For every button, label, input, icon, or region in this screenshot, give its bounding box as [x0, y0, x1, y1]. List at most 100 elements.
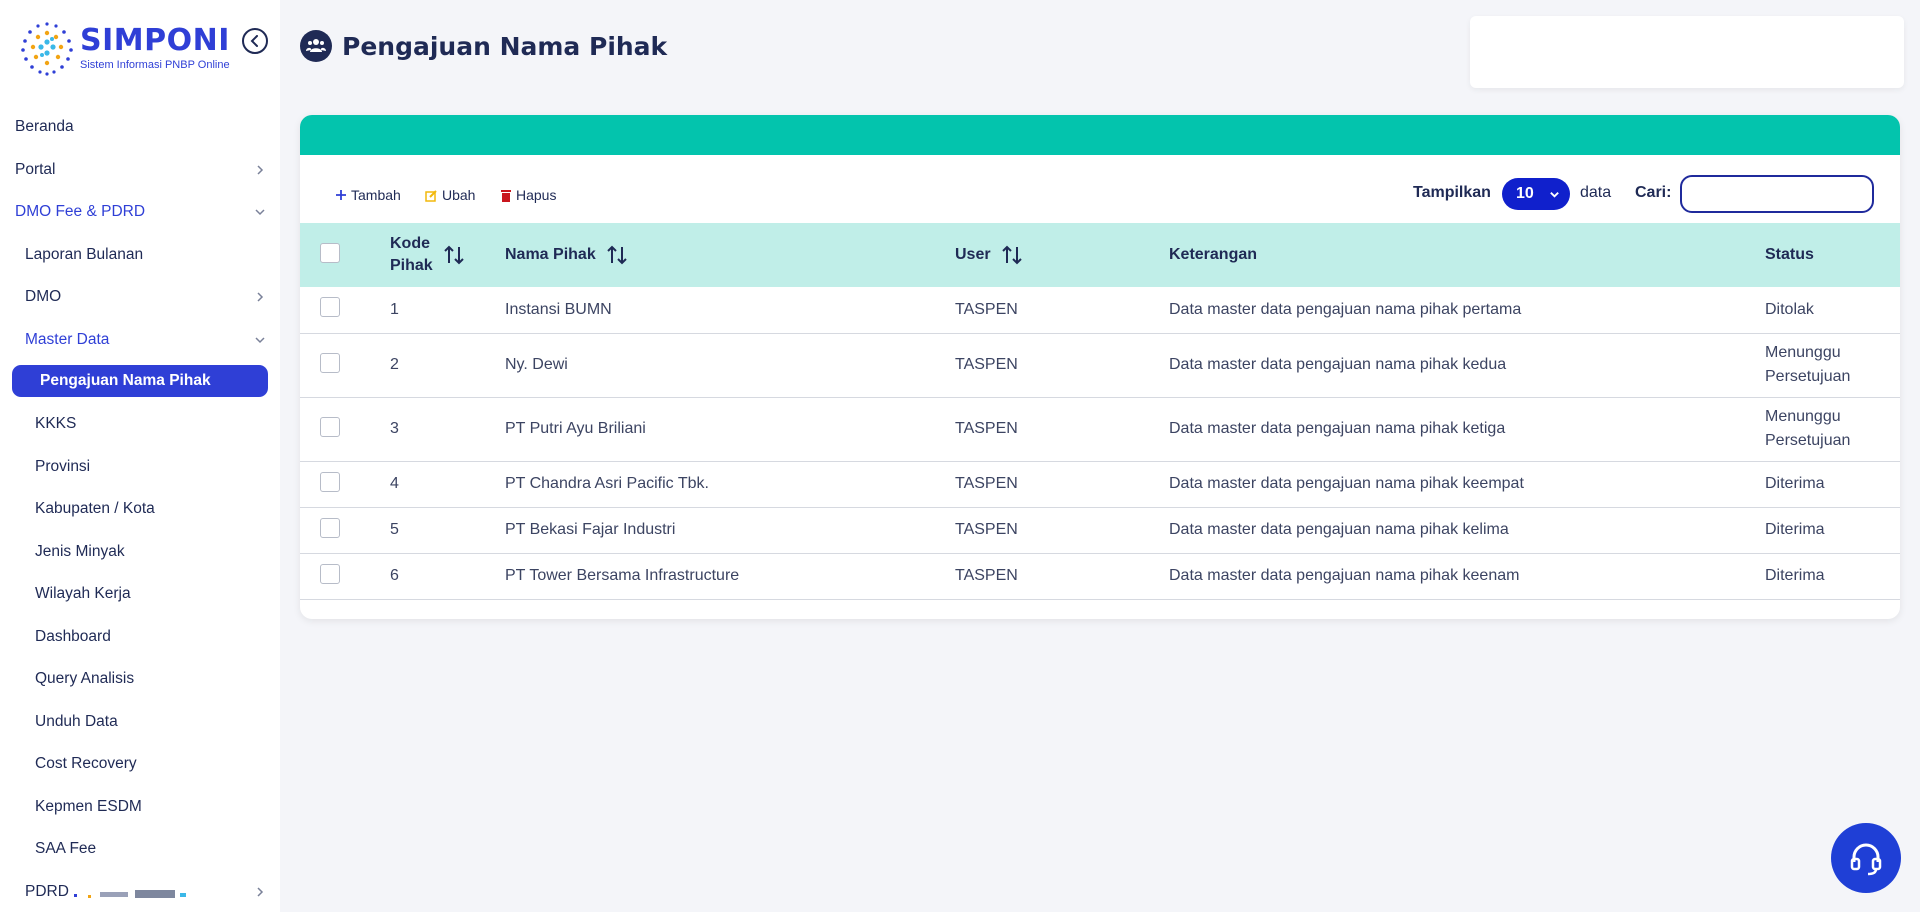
sidebar-item-query-analisis[interactable]: Query Analisis	[0, 658, 280, 701]
chevron-right-icon	[257, 887, 264, 897]
sidebar-item-provinsi[interactable]: Provinsi	[0, 446, 280, 489]
cell-status: Diterima	[1765, 461, 1900, 508]
row-checkbox[interactable]	[320, 471, 340, 492]
add-button[interactable]: Tambah	[335, 187, 401, 203]
sidebar-collapse-button[interactable]	[242, 28, 268, 54]
row-checkbox[interactable]	[320, 517, 340, 538]
column-header-keterangan: Keterangan	[1169, 246, 1258, 263]
status-line1: Diterima	[1765, 475, 1825, 492]
cell-kode: 6	[390, 553, 505, 600]
logo[interactable]: SIMPONI Sistem Informasi PNBP Online	[18, 18, 248, 78]
page-title: Pengajuan Nama Pihak	[342, 31, 668, 61]
cell-status: Menunggu Persetujuan	[1765, 397, 1900, 462]
table-row[interactable]: 5 PT Bekasi Fajar Industri TASPEN Data m…	[300, 507, 1900, 554]
edit-icon	[425, 189, 437, 202]
chevron-down-icon	[1550, 192, 1559, 198]
cell-user: TASPEN	[955, 461, 1169, 508]
sort-icon	[443, 245, 464, 265]
edit-button-label: Ubah	[442, 187, 476, 203]
logo-dots-icon	[21, 22, 73, 76]
chevron-right-icon	[257, 292, 264, 302]
status-line1: Ditolak	[1765, 300, 1814, 318]
column-header-nama[interactable]: Nama Pihak	[505, 223, 955, 287]
search-input[interactable]	[1680, 175, 1874, 213]
logo-subtitle: Sistem Informasi PNBP Online	[80, 59, 230, 71]
top-right-panel	[1470, 16, 1904, 88]
sidebar-item-jenis-minyak[interactable]: Jenis Minyak	[0, 531, 280, 574]
cell-keterangan: Data master data pengajuan nama pihak ke…	[1169, 397, 1765, 462]
table-row[interactable]: 1 Instansi BUMN TASPEN Data master data …	[300, 287, 1900, 334]
sidebar-item-unduh-data[interactable]: Unduh Data	[0, 701, 280, 744]
cell-keterangan: Data master data pengajuan nama pihak ke…	[1169, 507, 1765, 554]
cell-nama: PT Bekasi Fajar Industri	[505, 507, 955, 554]
row-checkbox[interactable]	[320, 297, 340, 318]
status-line2: Persetujuan	[1765, 368, 1851, 385]
table-toolbar: Tambah Ubah Hapus Tampilkan 10 data Cari…	[300, 175, 1900, 215]
sidebar-item-label: Jenis Minyak	[35, 542, 125, 560]
sidebar-item-label: Beranda	[15, 118, 74, 136]
column-header-user[interactable]: User	[955, 223, 1169, 287]
sidebar-item-label: Query Analisis	[35, 670, 135, 688]
cell-kode: 4	[390, 461, 505, 508]
column-header-kode[interactable]: Kode Pihak	[390, 223, 505, 287]
sidebar-item-label: Cost Recovery	[35, 755, 137, 773]
edit-button[interactable]: Ubah	[425, 187, 475, 203]
plus-icon	[336, 190, 346, 200]
sidebar-item-wilayah-kerja[interactable]: Wilayah Kerja	[0, 573, 280, 616]
sidebar-item-label: Wilayah Kerja	[35, 585, 131, 603]
sidebar-item-kkks[interactable]: KKKS	[0, 403, 280, 446]
sidebar-item-label: Master Data	[25, 330, 110, 348]
status-line2: Persetujuan	[1765, 432, 1851, 449]
data-table-card: Tambah Ubah Hapus Tampilkan 10 data Cari…	[300, 115, 1900, 619]
sidebar-item-beranda[interactable]: Beranda	[0, 106, 280, 149]
sidebar-item-dmo[interactable]: DMO	[0, 276, 280, 319]
select-all-checkbox[interactable]	[320, 242, 340, 263]
sidebar-item-master-data[interactable]: Master Data	[0, 319, 280, 362]
cell-user: TASPEN	[955, 507, 1169, 554]
sidebar-item-laporan-bulanan[interactable]: Laporan Bulanan	[0, 234, 280, 277]
sidebar-item-kabupaten-kota[interactable]: Kabupaten / Kota	[0, 488, 280, 531]
sidebar-item-saa-fee[interactable]: SAA Fee	[0, 828, 280, 871]
cell-nama: PT Tower Bersama Infrastructure	[505, 553, 955, 600]
row-checkbox[interactable]	[320, 416, 340, 437]
sidebar-item-dmo-fee-pdrd[interactable]: DMO Fee & PDRD	[0, 191, 280, 234]
column-header-nama-label: Nama Pihak	[505, 246, 596, 263]
sidebar-item-portal[interactable]: Portal	[0, 149, 280, 192]
page-size-value: 10	[1516, 185, 1534, 202]
sidebar-item-label: Unduh Data	[35, 712, 118, 730]
help-chat-button[interactable]	[1831, 823, 1901, 893]
status-line1: Diterima	[1765, 567, 1825, 584]
headset-icon	[1850, 843, 1882, 876]
page-size-select[interactable]: 10	[1502, 178, 1570, 210]
cell-status: Diterima	[1765, 507, 1900, 554]
chevron-down-icon	[255, 209, 265, 216]
row-checkbox[interactable]	[320, 352, 340, 373]
add-button-label: Tambah	[351, 187, 401, 203]
cell-keterangan: Data master data pengajuan nama pihak ke…	[1169, 461, 1765, 508]
sidebar-item-label: Provinsi	[35, 457, 91, 475]
sidebar-item-label: Portal	[15, 160, 56, 178]
row-checkbox[interactable]	[320, 563, 340, 584]
data-table: Kode Pihak Nama Pihak User Keterangan St…	[300, 223, 1900, 600]
page-size-label: Tampilkan	[1413, 184, 1491, 201]
card-header-band	[300, 115, 1900, 155]
sidebar-item-kepmen-esdm[interactable]: Kepmen ESDM	[0, 786, 280, 829]
table-row[interactable]: 2 Ny. Dewi TASPEN Data master data penga…	[300, 333, 1900, 398]
table-row[interactable]: 4 PT Chandra Asri Pacific Tbk. TASPEN Da…	[300, 461, 1900, 508]
delete-button[interactable]: Hapus	[500, 187, 556, 203]
chevron-down-icon	[255, 337, 265, 343]
cell-kode: 5	[390, 507, 505, 554]
table-row[interactable]: 6 PT Tower Bersama Infrastructure TASPEN…	[300, 553, 1900, 600]
table-header-row: Kode Pihak Nama Pihak User Keterangan St…	[300, 223, 1900, 287]
table-row[interactable]: 3 PT Putri Ayu Briliani TASPEN Data mast…	[300, 397, 1900, 462]
sidebar-item-dashboard[interactable]: Dashboard	[0, 616, 280, 659]
sidebar-item-cost-recovery[interactable]: Cost Recovery	[0, 743, 280, 786]
cell-kode: 1	[390, 287, 505, 334]
column-header-kode-line2: Pihak	[390, 257, 433, 274]
cell-user: TASPEN	[955, 397, 1169, 462]
cell-nama: Instansi BUMN	[505, 287, 955, 334]
sidebar: SIMPONI Sistem Informasi PNBP Online Ber…	[0, 0, 280, 912]
cell-status: Ditolak	[1765, 287, 1900, 334]
sidebar-item-pengajuan-nama-pihak[interactable]: Pengajuan Nama Pihak	[12, 365, 268, 397]
cell-keterangan: Data master data pengajuan nama pihak pe…	[1169, 287, 1765, 334]
